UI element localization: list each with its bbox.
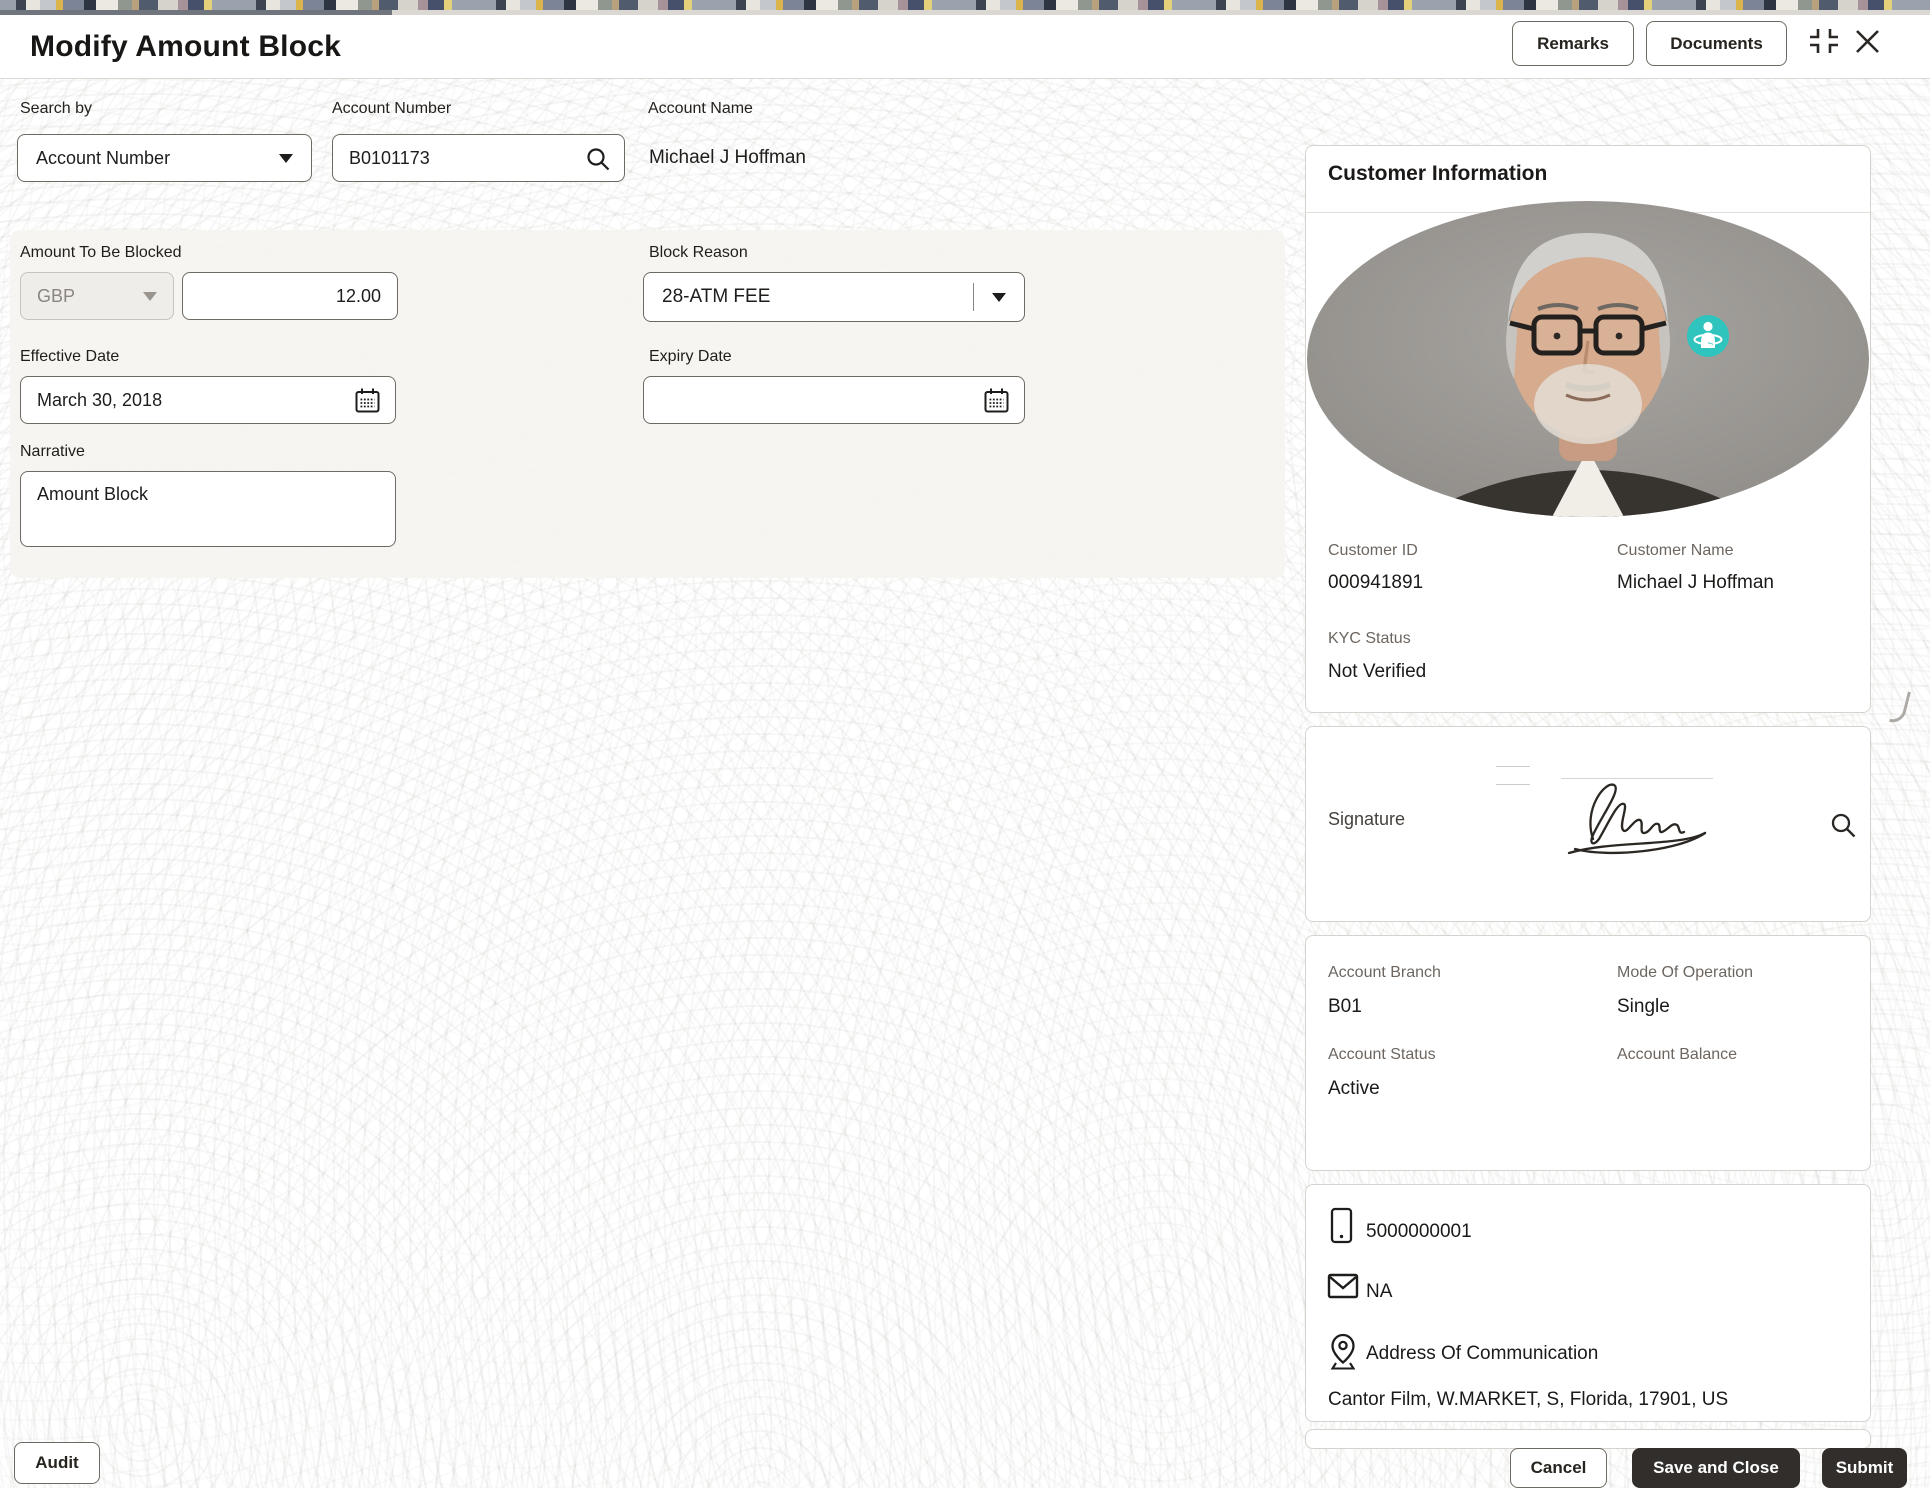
account-status-value: Active <box>1328 1078 1380 1100</box>
background-banner-image <box>0 0 1930 10</box>
effective-date-input[interactable] <box>20 376 396 424</box>
address-value: Cantor Film, W.MARKET, S, Florida, 17901… <box>1328 1389 1728 1411</box>
submit-button[interactable]: Submit <box>1822 1448 1907 1488</box>
signature-image <box>1551 775 1726 870</box>
cancel-button[interactable]: Cancel <box>1510 1448 1607 1488</box>
chevron-down-icon <box>279 154 293 163</box>
mode-of-operation-label: Mode Of Operation <box>1617 964 1753 982</box>
audit-button[interactable]: Audit <box>14 1442 100 1484</box>
block-reason-select[interactable]: 28-ATM FEE <box>643 272 1025 322</box>
narrative-label: Narrative <box>20 443 85 461</box>
submit-button-label: Submit <box>1836 1458 1894 1478</box>
search-by-select[interactable]: Account Number <box>17 134 312 182</box>
modify-amount-block-screen: Modify Amount Block Remarks Documents Se… <box>0 0 1930 1488</box>
divider <box>1496 766 1530 767</box>
block-reason-label: Block Reason <box>649 244 748 262</box>
signature-label: Signature <box>1328 809 1405 830</box>
save-and-close-button-label: Save and Close <box>1653 1458 1779 1478</box>
chevron-down-icon <box>992 293 1006 302</box>
account-name-value: Michael J Hoffman <box>649 147 806 169</box>
remarks-button[interactable]: Remarks <box>1512 21 1634 66</box>
kyc-status-value: Not Verified <box>1328 661 1426 683</box>
calendar-icon[interactable] <box>354 387 381 414</box>
restore-icon[interactable] <box>1805 27 1843 55</box>
kyc-status-label: KYC Status <box>1328 630 1411 648</box>
currency-select[interactable]: GBP <box>20 272 174 320</box>
currency-selected-value: GBP <box>37 286 75 307</box>
address-of-communication-label: Address Of Communication <box>1366 1343 1598 1365</box>
account-number-label: Account Number <box>332 100 451 118</box>
signature-card: Signature <box>1305 726 1871 922</box>
page-title: Modify Amount Block <box>30 30 341 64</box>
calendar-icon[interactable] <box>983 387 1010 414</box>
account-number-input[interactable] <box>332 134 625 182</box>
profile-360-icon[interactable] <box>1686 314 1730 358</box>
amount-input[interactable] <box>182 272 398 320</box>
cancel-button-label: Cancel <box>1531 1458 1587 1478</box>
email-value: NA <box>1366 1281 1392 1303</box>
search-icon[interactable] <box>585 146 611 172</box>
mobile-icon <box>1330 1207 1353 1244</box>
customer-photo <box>1307 201 1869 517</box>
account-balance-label: Account Balance <box>1617 1046 1737 1064</box>
account-name-label: Account Name <box>648 100 753 118</box>
documents-button-label: Documents <box>1670 34 1763 54</box>
customer-id-value: 000941891 <box>1328 572 1423 594</box>
background-flourish <box>1889 689 1911 725</box>
customer-id-label: Customer ID <box>1328 542 1418 560</box>
mobile-number-value: 5000000001 <box>1366 1221 1472 1243</box>
card-stub <box>1305 1429 1871 1449</box>
search-by-selected-value: Account Number <box>36 148 170 169</box>
header-bar: Modify Amount Block Remarks Documents <box>0 15 1930 79</box>
location-icon <box>1329 1333 1357 1371</box>
save-and-close-button[interactable]: Save and Close <box>1632 1448 1800 1488</box>
expiry-date-label: Expiry Date <box>649 348 732 366</box>
block-reason-dropdown-button[interactable] <box>974 293 1024 302</box>
zoom-icon[interactable] <box>1829 811 1857 839</box>
effective-date-label: Effective Date <box>20 348 119 366</box>
customer-name-label: Customer Name <box>1617 542 1733 560</box>
customer-name-value: Michael J Hoffman <box>1617 572 1774 594</box>
contact-details-card: 5000000001 NA Address Of Communication C… <box>1305 1184 1871 1422</box>
amount-to-be-blocked-label: Amount To Be Blocked <box>20 244 182 262</box>
amount-block-form-panel: Amount To Be Blocked GBP Block Reason 28… <box>10 230 1285 578</box>
block-reason-selected-value: 28-ATM FEE <box>662 286 770 308</box>
narrative-textarea[interactable]: Amount Block <box>20 471 396 547</box>
customer-information-card: Customer Information <box>1305 145 1871 713</box>
customer-information-title: Customer Information <box>1328 162 1547 186</box>
documents-button[interactable]: Documents <box>1646 21 1787 66</box>
audit-button-label: Audit <box>35 1453 78 1473</box>
remarks-button-label: Remarks <box>1537 34 1609 54</box>
close-icon[interactable] <box>1854 28 1881 55</box>
expiry-date-input[interactable] <box>643 376 1025 424</box>
email-icon <box>1327 1273 1359 1299</box>
account-branch-label: Account Branch <box>1328 964 1441 982</box>
search-by-label: Search by <box>20 100 92 118</box>
divider <box>1496 784 1530 785</box>
chevron-down-icon <box>143 292 157 301</box>
account-status-label: Account Status <box>1328 1046 1436 1064</box>
account-branch-value: B01 <box>1328 996 1362 1018</box>
account-details-card: Account Branch Mode Of Operation B01 Sin… <box>1305 935 1871 1171</box>
mode-of-operation-value: Single <box>1617 996 1670 1018</box>
